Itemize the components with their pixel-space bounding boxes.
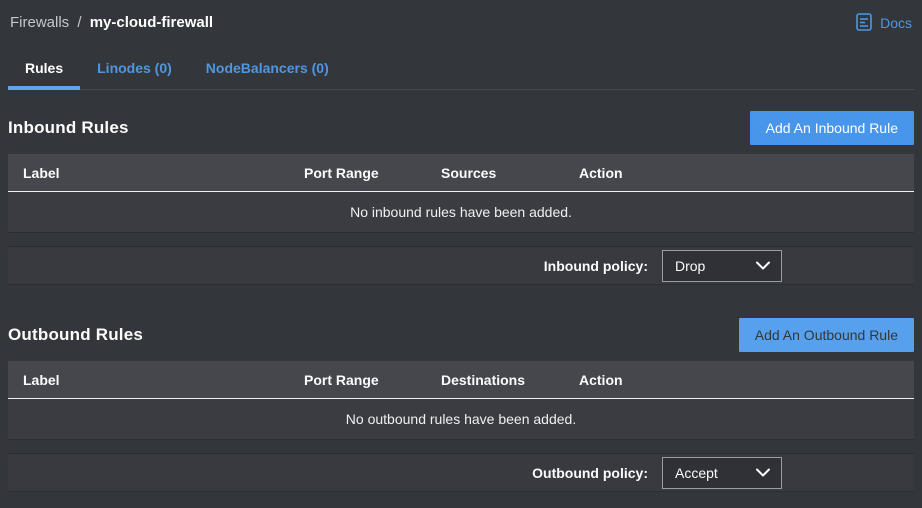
outbound-column-action: Action — [579, 372, 914, 388]
inbound-column-action: Action — [579, 165, 914, 181]
inbound-policy-value: Drop — [675, 258, 705, 274]
firewall-detail-page: Firewalls / my-cloud-firewall Docs Rules… — [0, 0, 922, 508]
outbound-rules-table: Label Port Range Destinations Action No … — [8, 361, 914, 440]
chevron-down-icon — [756, 261, 770, 270]
inbound-policy-select[interactable]: Drop — [662, 250, 782, 282]
outbound-rules-section: Outbound Rules Add An Outbound Rule Labe… — [8, 318, 914, 492]
inbound-rules-title: Inbound Rules — [8, 118, 129, 138]
inbound-policy-label: Inbound policy: — [544, 258, 648, 274]
breadcrumb-separator: / — [77, 14, 81, 31]
outbound-policy-label: Outbound policy: — [532, 465, 648, 481]
outbound-column-port-range: Port Range — [304, 372, 441, 388]
chevron-down-icon — [756, 468, 770, 477]
section-spacer — [8, 285, 914, 297]
inbound-column-sources: Sources — [441, 165, 579, 181]
outbound-table-header: Label Port Range Destinations Action — [8, 361, 914, 399]
tab-nodebalancers[interactable]: NodeBalancers (0) — [189, 51, 346, 90]
inbound-policy-row: Inbound policy: Drop — [8, 246, 914, 285]
top-bar: Firewalls / my-cloud-firewall Docs — [8, 0, 914, 34]
outbound-column-label: Label — [8, 372, 304, 388]
inbound-column-label: Label — [8, 165, 304, 181]
tab-linodes[interactable]: Linodes (0) — [80, 51, 189, 90]
breadcrumb: Firewalls / my-cloud-firewall — [10, 14, 213, 31]
outbound-policy-row: Outbound policy: Accept — [8, 453, 914, 492]
inbound-rules-table: Label Port Range Sources Action No inbou… — [8, 154, 914, 233]
add-outbound-rule-button[interactable]: Add An Outbound Rule — [739, 318, 914, 352]
inbound-empty-message: No inbound rules have been added. — [8, 192, 914, 233]
outbound-rules-title: Outbound Rules — [8, 325, 143, 345]
docs-link-label: Docs — [880, 15, 912, 31]
outbound-policy-value: Accept — [675, 465, 718, 481]
tab-bar: Rules Linodes (0) NodeBalancers (0) — [8, 51, 914, 90]
inbound-table-header: Label Port Range Sources Action — [8, 154, 914, 192]
outbound-empty-message: No outbound rules have been added. — [8, 399, 914, 440]
breadcrumb-firewalls-link[interactable]: Firewalls — [10, 14, 69, 31]
tab-rules[interactable]: Rules — [8, 51, 80, 90]
add-inbound-rule-button[interactable]: Add An Inbound Rule — [750, 111, 914, 145]
docs-icon — [856, 13, 873, 32]
inbound-column-port-range: Port Range — [304, 165, 441, 181]
outbound-column-destinations: Destinations — [441, 372, 579, 388]
docs-link[interactable]: Docs — [856, 13, 912, 32]
breadcrumb-current-firewall: my-cloud-firewall — [90, 14, 213, 31]
inbound-rules-section: Inbound Rules Add An Inbound Rule Label … — [8, 111, 914, 285]
outbound-policy-select[interactable]: Accept — [662, 457, 782, 489]
